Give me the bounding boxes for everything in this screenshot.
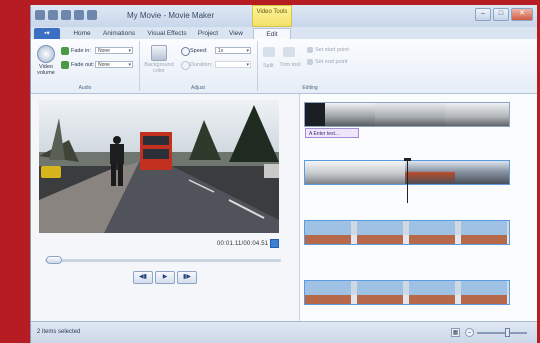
title-bar: My Movie - Movie Maker Video Tools – □ ✕ (31, 5, 537, 27)
split-icon[interactable] (263, 47, 275, 57)
set-start-point-button[interactable]: Set start point (315, 47, 349, 53)
tab-project[interactable]: Project (194, 28, 222, 39)
tab-view[interactable]: View (225, 28, 247, 39)
next-frame-button[interactable]: ▮▶ (177, 271, 197, 284)
clip-1-frame (375, 103, 445, 126)
quick-access-toolbar (35, 10, 97, 20)
clip-2-frame (305, 161, 405, 184)
street-scene-frame (39, 100, 279, 233)
tab-visual-effects[interactable]: Visual Effects (143, 28, 191, 39)
save-icon[interactable] (48, 10, 58, 20)
background-color-label[interactable]: Background color (141, 62, 177, 74)
previous-frame-button[interactable]: ◀▮ (133, 271, 153, 284)
background-color-icon[interactable] (151, 45, 167, 61)
close-button[interactable]: ✕ (511, 8, 533, 21)
maximize-button[interactable]: □ (493, 8, 509, 21)
duration-select[interactable] (215, 61, 251, 69)
fade-in-select[interactable]: None (95, 47, 133, 55)
trim-tool-icon[interactable] (283, 47, 295, 57)
clip-4[interactable] (304, 280, 510, 305)
audio-group: Video volume Fade in: None Fade out: Non… (31, 41, 140, 91)
clip-3-frame (305, 235, 509, 244)
zoom-out-icon[interactable]: – (465, 328, 474, 337)
editing-group: Split Trim tool Set start point Set end … (257, 41, 363, 91)
customize-icon[interactable] (87, 10, 97, 20)
clip-1[interactable] (304, 102, 510, 127)
video-tools-context-label: Video Tools (252, 5, 292, 27)
clip-1-frame (445, 103, 509, 126)
seek-bar[interactable] (45, 259, 281, 262)
preview-pane: 00:01.11/00:04.51 ◀▮ ▶ ▮▶ (31, 94, 299, 321)
minimize-button[interactable]: – (475, 8, 491, 21)
storyboard: A Enter text... (299, 94, 537, 321)
fade-out-select[interactable]: None (95, 61, 133, 69)
ribbon-tabs: ▪▾ Home Animations Visual Effects Projec… (31, 27, 537, 39)
audio-group-label: Audio (78, 85, 92, 91)
fade-in-icon (61, 47, 69, 55)
fade-out-icon (61, 61, 69, 69)
trim-tool-label[interactable]: Trim tool (279, 62, 301, 68)
editing-group-label: Editing (302, 85, 318, 91)
playhead[interactable] (404, 158, 411, 203)
tab-animations[interactable]: Animations (99, 28, 139, 39)
undo-icon[interactable] (61, 10, 71, 20)
speed-icon (181, 47, 190, 56)
speed-label: Speed: (190, 48, 208, 54)
play-button[interactable]: ▶ (155, 271, 175, 284)
clip-3[interactable] (304, 220, 510, 245)
clip-2-frame (455, 161, 509, 184)
selection-status: 2 items selected (37, 329, 81, 335)
split-label[interactable]: Split (263, 63, 274, 69)
clip-2-frame (405, 161, 455, 184)
duration-icon (181, 61, 190, 70)
redo-icon[interactable] (74, 10, 84, 20)
fade-out-label: Fade out: (71, 62, 95, 68)
video-volume-icon[interactable] (37, 45, 55, 63)
adjust-group-label: Adjust (191, 85, 205, 91)
thumbnail-size-icon[interactable]: ▦ (451, 328, 460, 337)
clip-4-frame (305, 295, 509, 304)
video-volume-label[interactable]: Video volume (34, 64, 58, 76)
adjust-group: Background color Speed: 1x Duration: Adj… (139, 41, 258, 91)
set-end-point-icon (307, 59, 313, 65)
fullscreen-icon[interactable] (270, 239, 279, 248)
video-preview[interactable] (39, 100, 279, 233)
zoom-slider-thumb[interactable] (505, 328, 510, 337)
status-bar: 2 items selected ▦ – (31, 321, 537, 343)
timecode: 00:01.11/00:04.51 (217, 241, 269, 247)
clip-1-frame (325, 103, 375, 126)
playback-controls: ◀▮ ▶ ▮▶ (133, 271, 197, 284)
fade-in-label: Fade in: (71, 48, 91, 54)
tab-home[interactable]: Home (69, 28, 95, 39)
window-controls: – □ ✕ (475, 8, 533, 21)
window-title: My Movie - Movie Maker (127, 11, 215, 20)
tab-edit[interactable]: Edit (253, 28, 291, 39)
set-start-point-icon (307, 47, 313, 53)
set-end-point-button[interactable]: Set end point (315, 59, 347, 65)
caption-text-box[interactable]: A Enter text... (305, 128, 359, 138)
tab-file[interactable]: ▪▾ (34, 28, 60, 39)
seek-thumb[interactable] (46, 256, 62, 264)
movie-maker-window: My Movie - Movie Maker Video Tools – □ ✕… (30, 5, 537, 343)
clip-1-frame (305, 103, 325, 126)
speed-select[interactable]: 1x (215, 47, 251, 55)
ribbon: Video volume Fade in: None Fade out: Non… (31, 39, 537, 94)
duration-label: Duration: (190, 62, 213, 68)
app-menu-icon[interactable] (35, 10, 45, 20)
zoom-slider[interactable] (477, 332, 527, 334)
